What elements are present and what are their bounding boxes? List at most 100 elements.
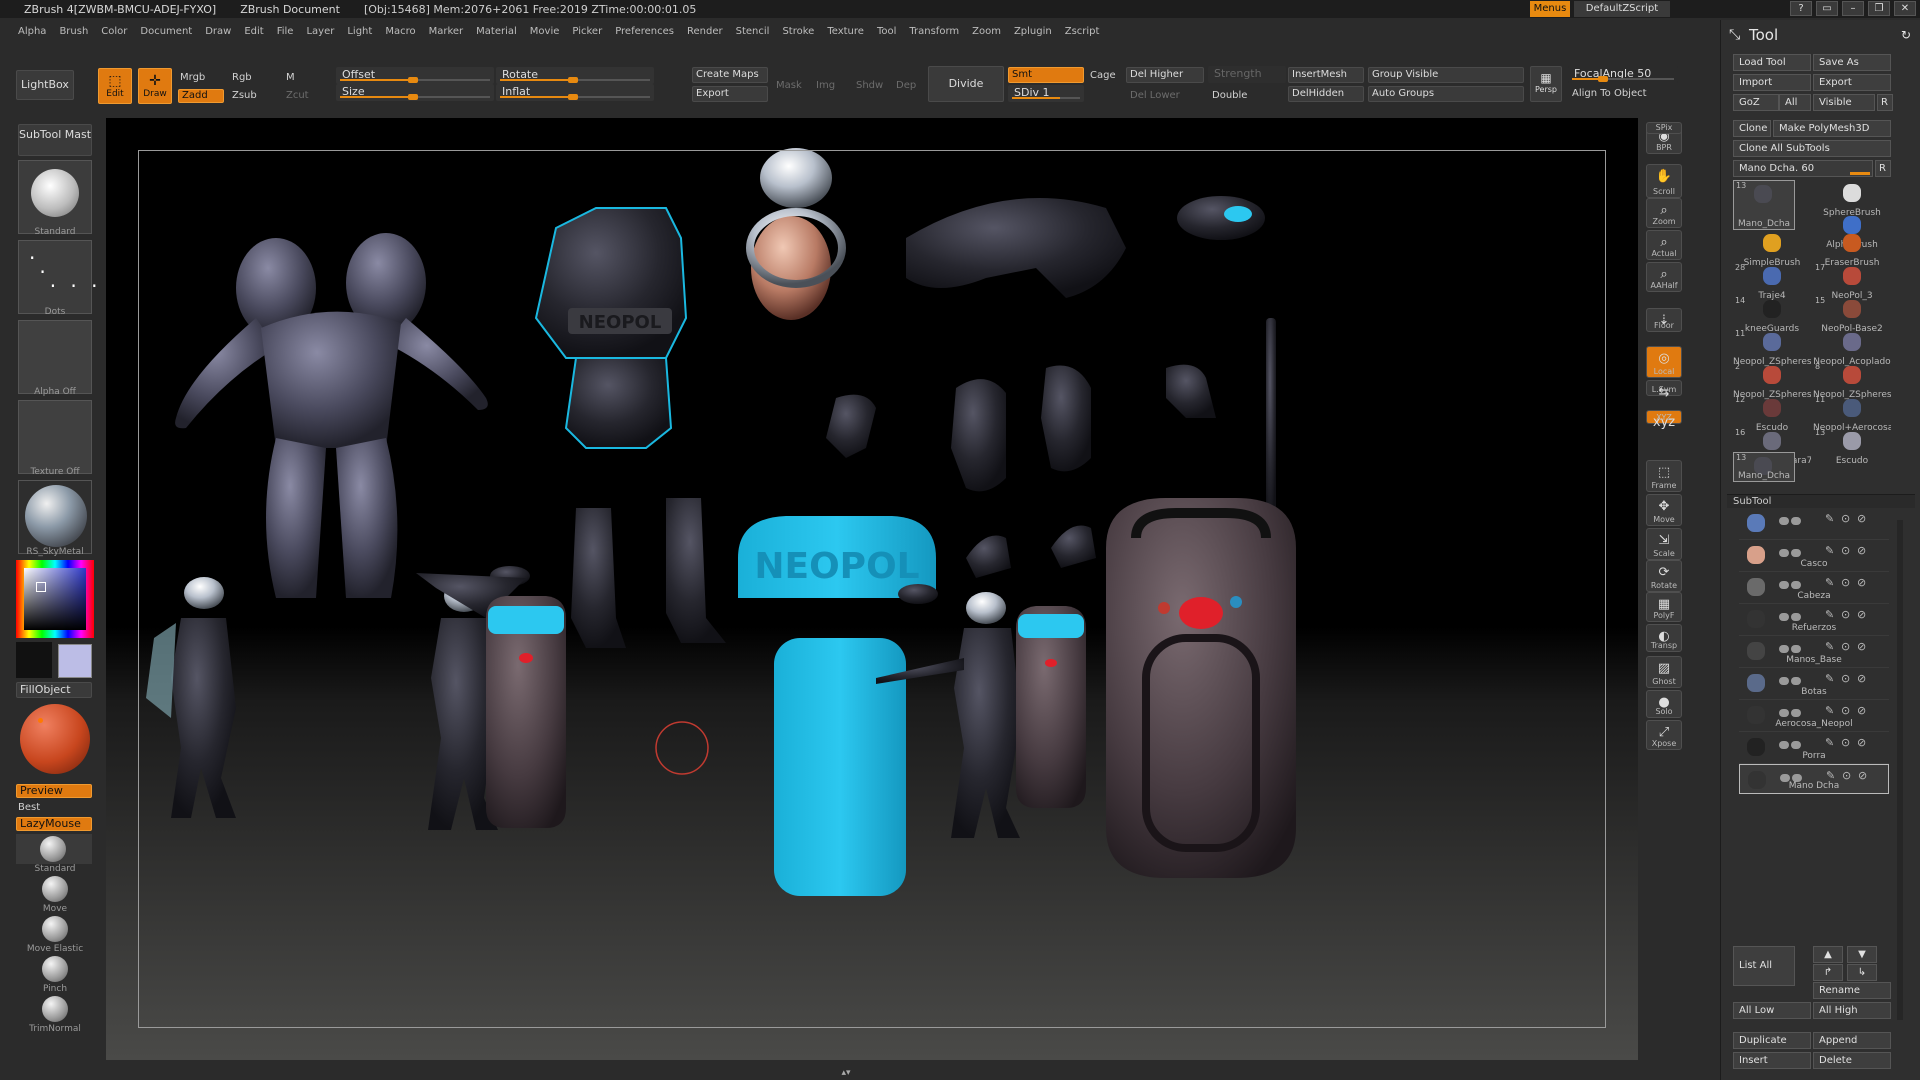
subtool-row[interactable]: ✎ ⊙ ⊘ Manos_Base xyxy=(1739,636,1889,668)
menu-transform[interactable]: Transform xyxy=(909,26,959,37)
shelf-scale-button[interactable]: ⇲ Scale xyxy=(1646,528,1682,560)
load-tool-button[interactable]: Load Tool xyxy=(1733,54,1811,71)
tool-thumb[interactable]: 13 Mano_Dcha xyxy=(1733,452,1795,482)
alpha-swatch[interactable] xyxy=(18,320,92,394)
menu-picker[interactable]: Picker xyxy=(572,26,602,37)
size-slider[interactable]: Size xyxy=(336,84,494,101)
persp-button[interactable]: ▦ Persp xyxy=(1530,66,1562,102)
minimize-icon[interactable]: – xyxy=(1842,1,1864,16)
preview-button[interactable]: Preview xyxy=(16,784,92,798)
subtool-toggle-icon[interactable] xyxy=(1779,613,1789,621)
move-down-icon[interactable]: ▼ xyxy=(1847,946,1877,963)
shelf-polyf-button[interactable]: ▦ PolyF xyxy=(1646,592,1682,622)
menu-brush[interactable]: Brush xyxy=(59,26,88,37)
subtool-toggle-icon[interactable] xyxy=(1791,517,1801,525)
menu-light[interactable]: Light xyxy=(347,26,372,37)
visibility-eye-icon[interactable]: ⊙ xyxy=(1841,672,1850,685)
menu-preferences[interactable]: Preferences xyxy=(615,26,674,37)
shelf-actual-button[interactable]: ⌕ Actual xyxy=(1646,230,1682,260)
dep-button[interactable]: Dep xyxy=(896,80,916,91)
shelf-local-button[interactable]: ◎ Local xyxy=(1646,346,1682,378)
clone-button[interactable]: Clone xyxy=(1733,120,1771,137)
auto-groups-button[interactable]: Auto Groups xyxy=(1368,86,1524,102)
divide-button[interactable]: Divide xyxy=(928,66,1004,102)
brush-edit-icon[interactable]: ✎ xyxy=(1825,512,1834,525)
brush-edit-icon[interactable]: ✎ xyxy=(1825,704,1834,717)
color-picker[interactable] xyxy=(16,560,94,638)
default-zscript-button[interactable]: DefaultZScript xyxy=(1574,1,1670,17)
align-to-object-button[interactable]: Align To Object xyxy=(1572,88,1647,99)
subtool-row[interactable]: ✎ ⊙ ⊘ Porra xyxy=(1739,732,1889,764)
subtool-toggle-icon[interactable] xyxy=(1791,677,1801,685)
lazymouse-button[interactable]: LazyMouse xyxy=(16,817,92,831)
polypaint-icon[interactable]: ⊘ xyxy=(1857,576,1866,589)
restore-icon[interactable]: ❐ xyxy=(1868,1,1890,16)
shdw-button[interactable]: Shdw xyxy=(856,80,883,91)
bottom-tray-toggle-icon[interactable]: ▴▾ xyxy=(806,1068,886,1078)
all-button[interactable]: All xyxy=(1779,94,1811,111)
brush-edit-icon[interactable]: ✎ xyxy=(1825,576,1834,589)
save-as-button[interactable]: Save As xyxy=(1813,54,1891,71)
menu-alpha[interactable]: Alpha xyxy=(18,26,46,37)
shelf-floor-button[interactable]: ⇣ Floor xyxy=(1646,308,1682,332)
menu-movie[interactable]: Movie xyxy=(530,26,560,37)
subtool-toggle-icon[interactable] xyxy=(1779,677,1789,685)
brush-edit-icon[interactable]: ✎ xyxy=(1825,640,1834,653)
subtool-toggle-icon[interactable] xyxy=(1779,549,1789,557)
m-button[interactable]: M xyxy=(286,72,295,83)
visible-button[interactable]: Visible xyxy=(1813,94,1875,111)
zsub-button[interactable]: Zsub xyxy=(232,90,257,101)
goz-r-button[interactable]: R xyxy=(1877,94,1893,111)
polypaint-icon[interactable]: ⊘ xyxy=(1857,608,1866,621)
close-icon[interactable]: ✕ xyxy=(1894,1,1916,16)
del-higher-button[interactable]: Del Higher xyxy=(1126,67,1204,83)
subtool-toggle-icon[interactable] xyxy=(1791,709,1801,717)
mrgb-button[interactable]: Mrgb xyxy=(180,72,205,83)
polypaint-icon[interactable]: ⊘ xyxy=(1857,704,1866,717)
menu-layer[interactable]: Layer xyxy=(306,26,334,37)
tool-thumb[interactable]: 13 Escudo xyxy=(1813,428,1891,466)
polypaint-icon[interactable]: ⊘ xyxy=(1857,512,1866,525)
double-button[interactable]: Double xyxy=(1212,90,1247,101)
shelf-frame-button[interactable]: ⬚ Frame xyxy=(1646,460,1682,492)
refresh-icon[interactable]: ↻ xyxy=(1901,24,1911,46)
shelf-aahalf-button[interactable]: ⌕ AAHalf xyxy=(1646,262,1682,292)
subtool-toggle-icon[interactable] xyxy=(1779,581,1789,589)
subtool-header[interactable]: SubTool xyxy=(1727,494,1915,508)
brush-edit-icon[interactable]: ✎ xyxy=(1825,736,1834,749)
subtool-row[interactable]: ✎ ⊙ ⊘ Refuerzos xyxy=(1739,604,1889,636)
menu-document[interactable]: Document xyxy=(140,26,192,37)
polypaint-icon[interactable]: ⊘ xyxy=(1857,672,1866,685)
all-high-button[interactable]: All High xyxy=(1813,1002,1891,1019)
fillobject-button[interactable]: FillObject xyxy=(16,682,92,698)
subtool-row[interactable]: ✎ ⊙ ⊘ xyxy=(1739,508,1889,540)
rename-button[interactable]: Rename xyxy=(1813,982,1891,999)
arrow-redo-icon[interactable]: ↱ xyxy=(1813,964,1843,981)
make-polymesh3d-button[interactable]: Make PolyMesh3D xyxy=(1773,120,1891,137)
subtool-row[interactable]: ✎ ⊙ ⊘ Botas xyxy=(1739,668,1889,700)
list-all-button[interactable]: List All xyxy=(1733,946,1795,986)
subtool-toggle-icon[interactable] xyxy=(1779,517,1789,525)
tool-thumb[interactable]: 13 Mano_Dcha xyxy=(1733,180,1795,230)
menus-button[interactable]: Menus xyxy=(1530,1,1570,17)
focal-angle-slider[interactable]: FocalAngle 50 xyxy=(1568,66,1678,83)
menu-file[interactable]: File xyxy=(277,26,294,37)
clone-all-subtools-button[interactable]: Clone All SubTools xyxy=(1733,140,1891,157)
subtool-row[interactable]: ✎ ⊙ ⊘ Cabeza xyxy=(1739,572,1889,604)
group-visible-button[interactable]: Group Visible xyxy=(1368,67,1524,83)
subtool-toggle-icon[interactable] xyxy=(1791,645,1801,653)
insert-button[interactable]: Insert xyxy=(1733,1052,1811,1069)
rotate-slider[interactable]: Rotate xyxy=(496,67,654,84)
subtool-toggle-icon[interactable] xyxy=(1791,741,1801,749)
visibility-eye-icon[interactable]: ⊙ xyxy=(1841,704,1850,717)
menu-material[interactable]: Material xyxy=(476,26,517,37)
shelf-move-button[interactable]: ✥ Move xyxy=(1646,494,1682,526)
subtool-toggle-icon[interactable] xyxy=(1791,613,1801,621)
help-icon[interactable]: ? xyxy=(1790,1,1812,16)
material-swatch[interactable] xyxy=(18,480,92,554)
menu-stroke[interactable]: Stroke xyxy=(782,26,814,37)
secondary-color[interactable] xyxy=(16,642,52,678)
menu-macro[interactable]: Macro xyxy=(385,26,415,37)
move-brush-icon[interactable] xyxy=(42,876,68,902)
mask-button[interactable]: Mask xyxy=(776,80,802,91)
